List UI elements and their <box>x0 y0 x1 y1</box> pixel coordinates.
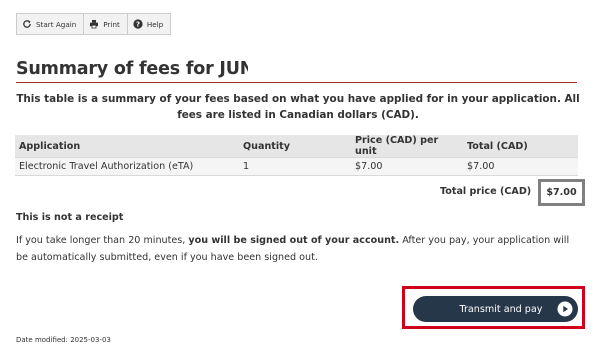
help-label: Help <box>146 19 164 29</box>
header-price-per-unit: Price (CAD) per unit <box>351 135 463 158</box>
total-price-value: $7.00 <box>538 179 585 206</box>
cell-price-per-unit: $7.00 <box>351 157 463 176</box>
cell-total: $7.00 <box>463 157 578 176</box>
warning-text-part1: If you take longer than 20 minutes, <box>16 235 189 246</box>
svg-text:?: ? <box>136 21 140 29</box>
header-total: Total (CAD) <box>463 135 578 158</box>
cell-quantity: 1 <box>239 157 351 176</box>
table-header-row: Application Quantity Price (CAD) per uni… <box>15 135 578 158</box>
header-application: Application <box>15 135 239 158</box>
not-a-receipt-heading: This is not a receipt <box>16 212 124 223</box>
header-quantity: Quantity <box>239 135 351 158</box>
start-again-label: Start Again <box>36 19 77 29</box>
page-title: Summary of fees for JUNG G <box>16 59 248 79</box>
help-button[interactable]: ? Help <box>126 13 172 35</box>
question-circle-icon: ? <box>133 19 143 29</box>
refresh-icon <box>22 19 32 29</box>
cell-application: Electronic Travel Authorization (eTA) <box>15 157 239 176</box>
print-button[interactable]: Print <box>83 13 128 35</box>
transmit-and-pay-label: Transmit and pay <box>459 303 543 315</box>
title-divider <box>16 82 577 83</box>
table-caption: This table is a summary of your fees bas… <box>16 93 580 121</box>
play-circle-icon <box>557 301 573 317</box>
print-label: Print <box>103 19 120 29</box>
printer-icon <box>89 19 99 29</box>
warning-text-bold: you will be signed out of your account. <box>188 235 400 246</box>
fees-table: Application Quantity Price (CAD) per uni… <box>15 135 578 176</box>
total-price-label: Total price (CAD) <box>440 186 532 197</box>
toolbar: Start Again Print ? Help <box>16 13 172 35</box>
start-again-button[interactable]: Start Again <box>16 13 85 35</box>
session-timeout-warning: If you take longer than 20 minutes, you … <box>16 233 581 266</box>
date-modified: Date modified: 2025-03-03 <box>16 336 111 344</box>
table-row: Electronic Travel Authorization (eTA) 1 … <box>15 157 578 176</box>
transmit-and-pay-button[interactable]: Transmit and pay <box>413 296 578 322</box>
